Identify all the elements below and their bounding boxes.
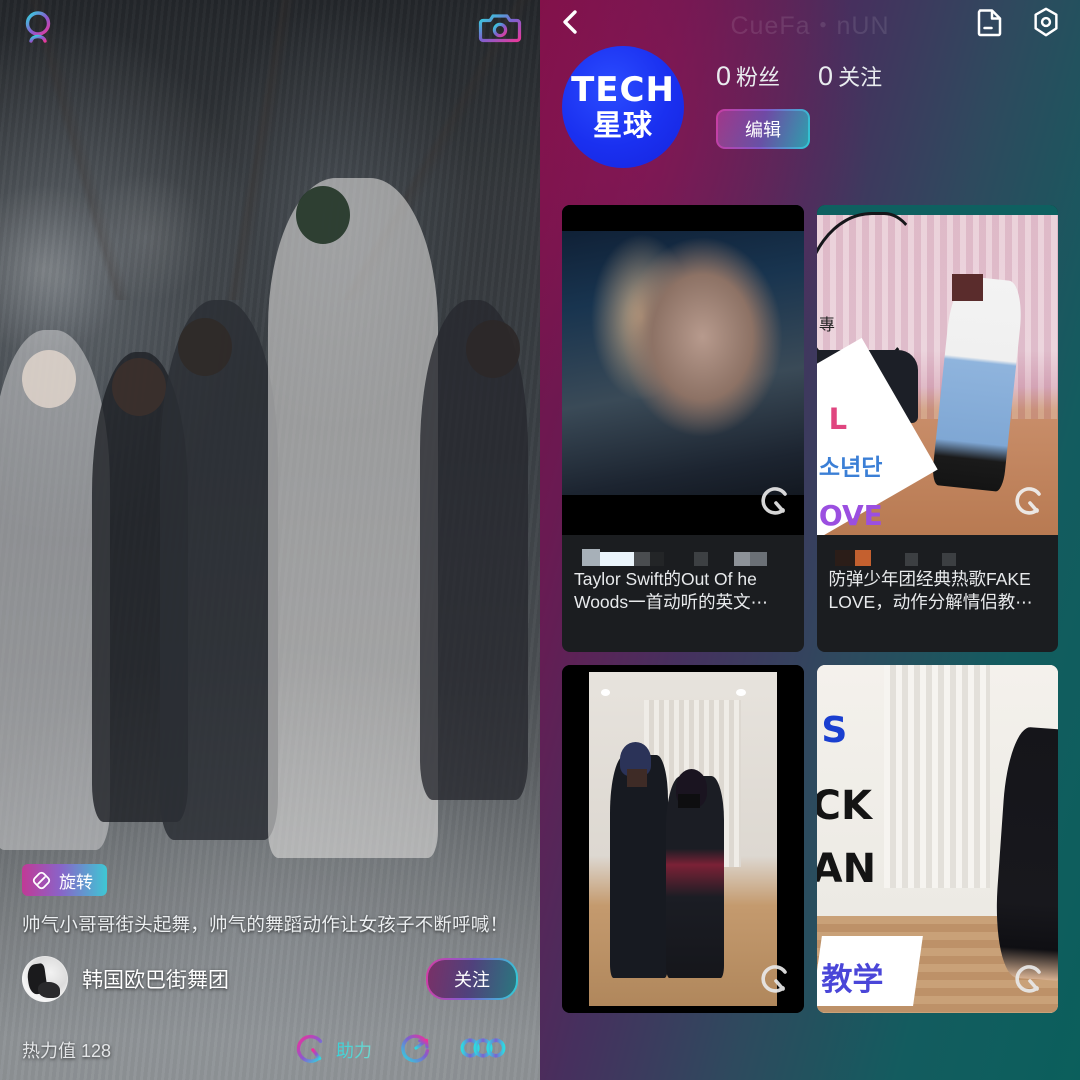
- ceiling-light: [735, 689, 746, 697]
- q-logo-badge: [756, 960, 794, 1003]
- video-card[interactable]: S CK AN 教学: [816, 665, 1058, 1013]
- rotate-button[interactable]: 旋转: [22, 864, 107, 897]
- profile-panel: CueFa・nUN TECH 星球 0 粉丝 0 关注 编辑 Taylor Sw…: [540, 0, 1080, 1080]
- boost-label: 助力: [336, 1037, 372, 1063]
- more-button[interactable]: [460, 1035, 506, 1066]
- dancer-silhouette: [268, 178, 438, 858]
- overlay-text-kr: 소년단: [818, 454, 883, 481]
- video-thumbnail: S CK AN 教学: [816, 665, 1058, 1013]
- overlay-text-s: S: [821, 710, 848, 752]
- profile-stats: 0 粉丝 0 关注 编辑: [684, 46, 882, 168]
- action-icons: 助力: [295, 1030, 518, 1071]
- profile-avatar[interactable]: TECH 星球: [562, 46, 684, 168]
- blurred-face: [951, 274, 984, 301]
- avatar-text-line2: 星球: [592, 110, 653, 142]
- video-feed-panel[interactable]: 旋转 帅气小哥哥街头起舞，帅气的舞蹈动作让女孩子不断呼喊！ 韩国欧巴街舞团 关注…: [0, 0, 540, 1080]
- triple-circle-icon: [460, 1035, 506, 1066]
- curtain-decor: [884, 665, 991, 888]
- dancer-head: [296, 186, 350, 244]
- heat-label: 热力值: [22, 1041, 76, 1061]
- video-thumbnail: 專 L 소년단 OVE: [816, 205, 1058, 535]
- video-author-row: 韩国欧巴街舞团 关注: [22, 956, 518, 1002]
- video-bottom-overlay: 旋转 帅气小哥哥街头起舞，帅气的舞蹈动作让女孩子不断呼喊！ 韩国欧巴街舞团 关注…: [0, 864, 540, 1080]
- video-title: 防弹少年团经典热歌FAKE LOVE，动作分解情侣教⋯: [828, 569, 1033, 613]
- heat-number: 128: [81, 1041, 112, 1061]
- video-topbar: [0, 0, 540, 56]
- person-figure: [610, 755, 669, 979]
- following-count: 0: [818, 61, 834, 91]
- profile-topbar: CueFa・nUN: [540, 0, 1080, 48]
- overlay-text-an: AN: [816, 845, 877, 892]
- blurred-face: [627, 769, 647, 787]
- following-stat[interactable]: 0 关注: [818, 60, 882, 92]
- heat-value: 热力值 128: [22, 1037, 111, 1063]
- video-title: Taylor Swift的Out Of he Woods一首动听的英文⋯: [574, 569, 769, 613]
- camera-icon[interactable]: [478, 8, 522, 48]
- mosaic-censor-blocks: [562, 535, 804, 566]
- following-label: 关注: [838, 65, 883, 90]
- follow-button[interactable]: 关注: [426, 958, 518, 1000]
- edit-profile-button[interactable]: 编辑: [716, 109, 810, 149]
- crowd-head: [22, 350, 76, 408]
- crowd-head: [178, 318, 232, 376]
- crowd-head: [466, 320, 520, 378]
- crowd-silhouette: [420, 300, 528, 800]
- q-brand-icon[interactable]: [18, 8, 58, 48]
- video-thumbnail: [562, 665, 804, 1013]
- chevron-left-icon[interactable]: [558, 7, 584, 42]
- avatar-text-line1: TECH: [571, 70, 675, 110]
- video-card[interactable]: [562, 665, 804, 1013]
- video-card[interactable]: Taylor Swift的Out Of he Woods一首动听的英文⋯: [562, 205, 804, 652]
- crowd-head: [112, 358, 166, 416]
- q-logo-badge: [756, 482, 794, 525]
- followers-label: 粉丝: [736, 65, 781, 90]
- share-arrow-icon: [398, 1030, 434, 1071]
- avatar[interactable]: [22, 956, 68, 1002]
- followers-count: 0: [716, 61, 732, 91]
- hex-gear-icon[interactable]: [1030, 6, 1062, 43]
- overlay-text-cn: 專: [818, 316, 835, 334]
- rotate-label: 旋转: [59, 872, 93, 892]
- boost-q-icon: [295, 1031, 329, 1070]
- q-logo-badge: [1010, 960, 1048, 1003]
- video-thumbnail: [562, 205, 804, 535]
- overlay-text-ck: CK: [816, 783, 873, 830]
- file-minus-icon[interactable]: [976, 7, 1004, 42]
- rotate-icon: [32, 871, 51, 890]
- mosaic-censor-blocks: [817, 535, 1059, 566]
- crowd-silhouette: [160, 300, 278, 840]
- author-name[interactable]: 韩国欧巴街舞团: [82, 964, 229, 994]
- overlay-text-l: L: [828, 402, 848, 436]
- video-caption: 帅气小哥哥街头起舞，帅气的舞蹈动作让女孩子不断呼喊！: [22, 914, 509, 936]
- video-action-row: 热力值 128 助力: [22, 1020, 518, 1080]
- followers-stat[interactable]: 0 粉丝: [716, 60, 780, 92]
- q-logo-badge: [1010, 482, 1048, 525]
- topbar-actions: [976, 6, 1062, 43]
- share-button[interactable]: [398, 1030, 434, 1071]
- overlay-text-love: OVE: [818, 498, 883, 532]
- app-root: 旋转 帅气小哥哥街头起舞，帅气的舞蹈动作让女孩子不断呼喊！ 韩国欧巴街舞团 关注…: [0, 0, 1080, 1080]
- blurred-face: [677, 793, 700, 808]
- video-card[interactable]: 專 L 소년단 OVE 防弹少年团经典热歌FAKE LOVE，动作分解情侣教⋯: [816, 205, 1059, 652]
- boost-button[interactable]: 助力: [295, 1031, 372, 1070]
- video-grid: Taylor Swift的Out Of he Woods一首动听的英文⋯ 專 L…: [540, 168, 1080, 1013]
- overlay-text-cn: 教学: [821, 962, 884, 998]
